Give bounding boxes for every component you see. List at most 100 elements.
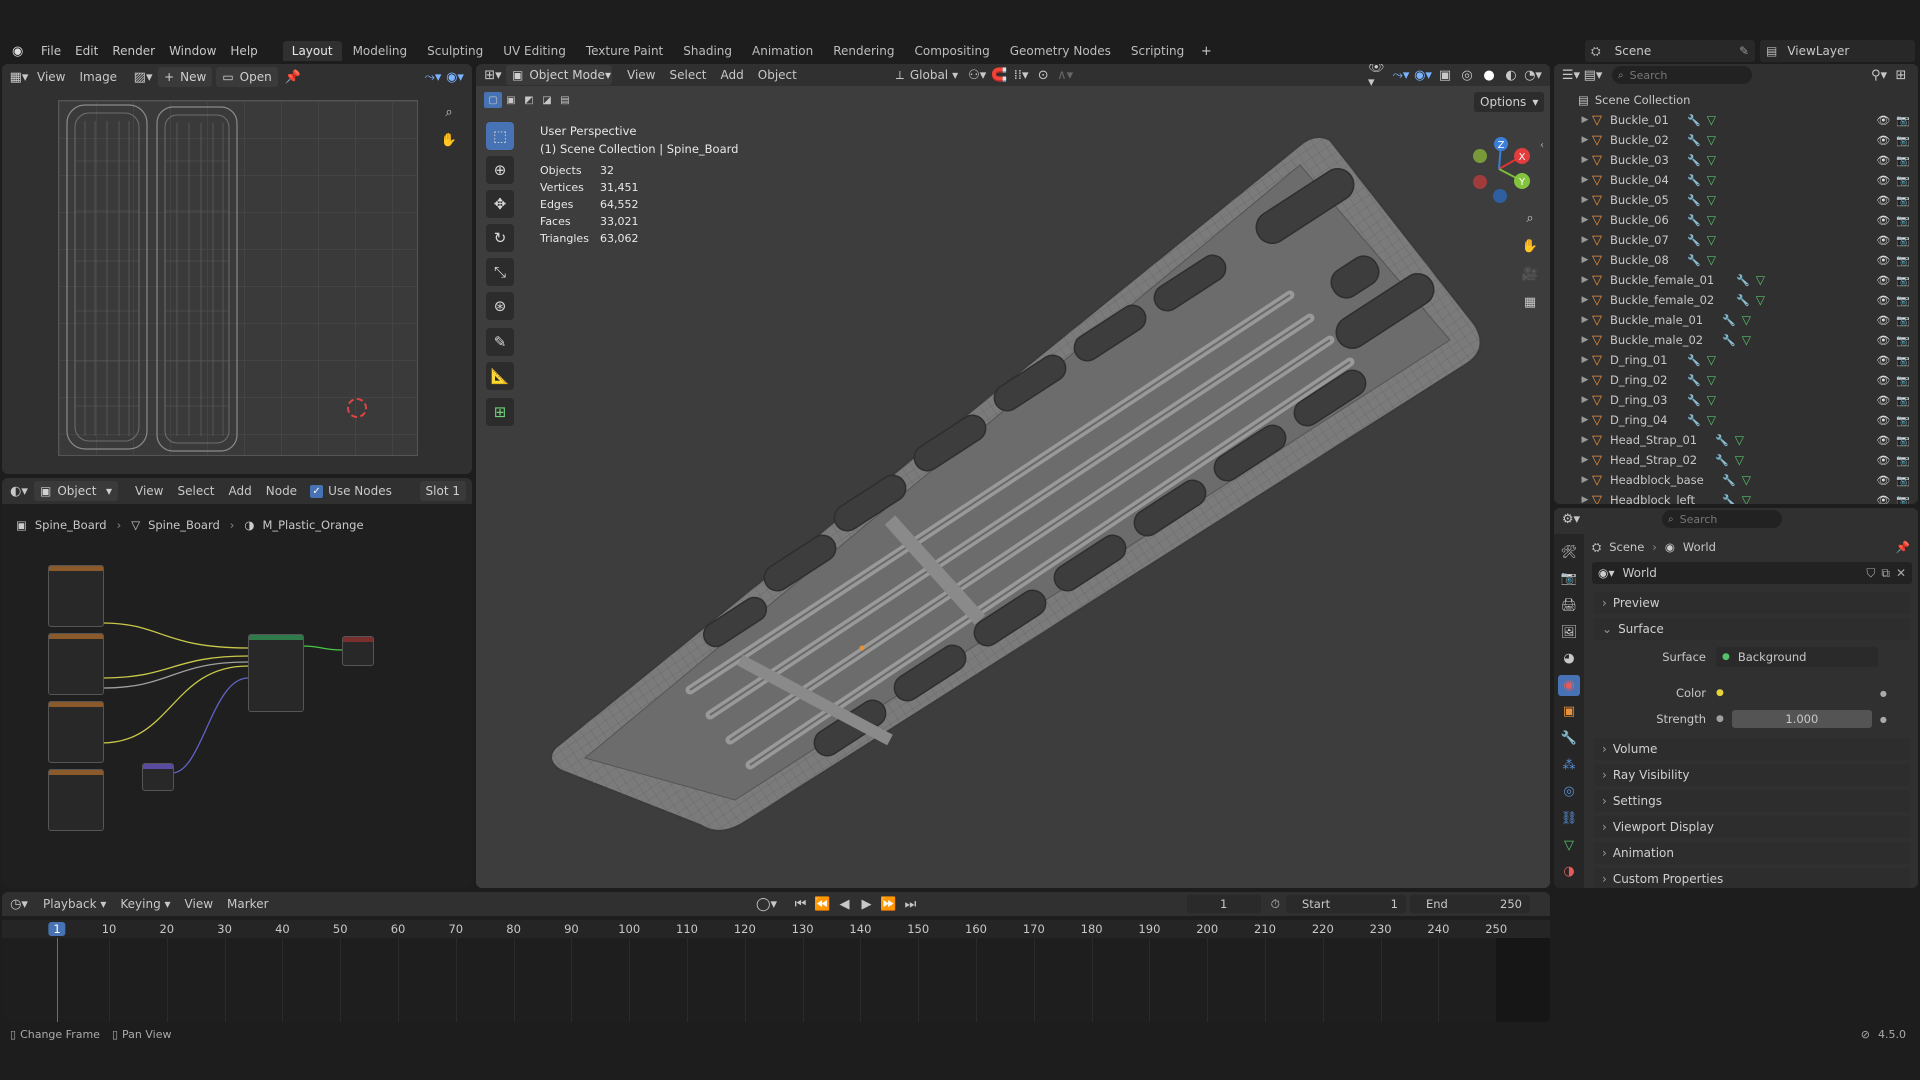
image-browse-icon[interactable]: ▨▾ (132, 67, 154, 87)
object-dropdown[interactable]: ▣ Object ▾ (34, 481, 118, 501)
outliner-item[interactable]: ▶ ▽ Buckle_05 🔧 ▽ 👁 📷 (1554, 190, 1918, 210)
clock-icon[interactable]: ⏱ (1271, 897, 1280, 912)
render-camera-icon[interactable]: 📷 (1896, 494, 1910, 505)
mesh-data-icon[interactable]: ▽ (1742, 313, 1751, 327)
physics-tab-icon[interactable]: ◎ (1558, 781, 1580, 802)
modifier-wrench-icon[interactable]: 🔧 (1687, 354, 1701, 367)
outliner-item-name[interactable]: Buckle_female_01 (1610, 273, 1732, 287)
render-camera-icon[interactable]: 📷 (1896, 434, 1910, 447)
expand-chevron-icon[interactable]: ▶ (1578, 455, 1592, 465)
jump-keyframe-forward-icon[interactable]: ⏩ (878, 894, 900, 914)
expand-chevron-icon[interactable]: ▶ (1578, 395, 1592, 405)
volume-panel-header[interactable]: › Volume (1594, 738, 1910, 760)
tab-shading[interactable]: Shading (674, 41, 741, 61)
play-reverse-icon[interactable]: ◀ (834, 894, 856, 914)
render-camera-icon[interactable]: 📷 (1896, 454, 1910, 467)
blender-logo-icon[interactable]: ◉ (12, 44, 28, 59)
tab-scripting[interactable]: Scripting (1122, 41, 1193, 61)
timeline-menu-playback[interactable]: Playback ▾ (36, 897, 113, 911)
outliner-item-name[interactable]: Buckle_07 (1610, 233, 1683, 247)
mesh-data-icon[interactable]: ▽ (1707, 353, 1716, 367)
scene-collection-row[interactable]: ▤ Scene Collection (1554, 90, 1918, 110)
visibility-eye-icon[interactable]: 👁 (1876, 314, 1890, 327)
pin-icon[interactable]: 📌 (1896, 540, 1910, 554)
visibility-eye-icon[interactable]: 👁 (1876, 434, 1890, 447)
visibility-eye-icon[interactable]: 👁 (1876, 474, 1890, 487)
tab-texture-paint[interactable]: Texture Paint (577, 41, 672, 61)
outliner-item[interactable]: ▶ ▽ Buckle_04 🔧 ▽ 👁 📷 (1554, 170, 1918, 190)
mesh-data-icon[interactable]: ▽ (1742, 333, 1751, 347)
expand-chevron-icon[interactable]: ▶ (1578, 335, 1592, 345)
node-editor-type-icon[interactable]: ◐▾ (8, 481, 30, 501)
visibility-eye-icon[interactable]: 👁 (1876, 394, 1890, 407)
outliner-item[interactable]: ▶ ▽ Head_Strap_01 🔧 ▽ 👁 📷 (1554, 430, 1918, 450)
outliner-item[interactable]: ▶ ▽ Buckle_07 🔧 ▽ 👁 📷 (1554, 230, 1918, 250)
outliner-search-field[interactable]: ⌕ Search (1612, 66, 1752, 84)
render-camera-icon[interactable]: 📷 (1896, 334, 1910, 347)
outliner-item-name[interactable]: Buckle_05 (1610, 193, 1683, 207)
camera-icon[interactable]: 🎥 (1519, 264, 1541, 284)
node-canvas[interactable] (2, 538, 472, 888)
auto-keying-icon[interactable]: ◯▾ (756, 894, 778, 914)
mesh-data-icon[interactable]: ▽ (1735, 453, 1744, 467)
expand-chevron-icon[interactable]: ▶ (1578, 215, 1592, 225)
render-camera-icon[interactable]: 📷 (1896, 354, 1910, 367)
expand-chevron-icon[interactable]: ▶ (1578, 315, 1592, 325)
modifier-wrench-icon[interactable]: 🔧 (1687, 374, 1701, 387)
data-tab-icon[interactable]: ▽ (1558, 835, 1580, 856)
tab-layout[interactable]: Layout (282, 41, 342, 61)
outliner-item[interactable]: ▶ ▽ Buckle_06 🔧 ▽ 👁 📷 (1554, 210, 1918, 230)
playhead[interactable] (57, 938, 58, 1022)
tab-animation[interactable]: Animation (743, 41, 822, 61)
world-browse-icon[interactable]: ◉▾ (1598, 566, 1615, 580)
scene-tab-icon[interactable]: ◕ (1558, 648, 1580, 669)
render-camera-icon[interactable]: 📷 (1896, 174, 1910, 187)
mesh-data-icon[interactable]: ▽ (1707, 113, 1716, 127)
timeline-menu-view[interactable]: View (178, 897, 220, 911)
mesh-data-icon[interactable]: ▽ (1707, 133, 1716, 147)
render-camera-icon[interactable]: 📷 (1896, 114, 1910, 127)
visibility-eye-icon[interactable]: 👁 (1876, 254, 1890, 267)
mesh-data-icon[interactable]: ▽ (1735, 433, 1744, 447)
custom-properties-panel-header[interactable]: › Custom Properties (1594, 868, 1910, 888)
world-tab-icon[interactable]: ◉ (1558, 675, 1580, 696)
expand-chevron-icon[interactable]: ▶ (1578, 415, 1592, 425)
outliner-item-name[interactable]: D_ring_03 (1610, 393, 1683, 407)
outliner-item[interactable]: ▶ ▽ D_ring_04 🔧 ▽ 👁 📷 (1554, 410, 1918, 430)
outliner-item-name[interactable]: Buckle_08 (1610, 253, 1683, 267)
outliner-item-name[interactable]: Headblock_left (1610, 493, 1718, 504)
zoom-icon[interactable]: ⌕ (438, 102, 460, 122)
outliner-item[interactable]: ▶ ▽ Buckle_female_02 🔧 ▽ 👁 📷 (1554, 290, 1918, 310)
expand-chevron-icon[interactable]: ▶ (1578, 155, 1592, 165)
modifier-tab-icon[interactable]: 🔧 (1558, 728, 1580, 749)
outliner-item-name[interactable]: Buckle_male_01 (1610, 313, 1718, 327)
modifier-wrench-icon[interactable]: 🔧 (1722, 474, 1736, 487)
menu-window[interactable]: Window (162, 44, 223, 58)
render-camera-icon[interactable]: 📷 (1896, 154, 1910, 167)
visibility-eye-icon[interactable]: 👁 (1876, 494, 1890, 505)
outliner-item[interactable]: ▶ ▽ Buckle_08 🔧 ▽ 👁 📷 (1554, 250, 1918, 270)
expand-chevron-icon[interactable]: ▶ (1578, 355, 1592, 365)
modifier-wrench-icon[interactable]: 🔧 (1687, 134, 1701, 147)
material-tab-icon[interactable]: ◑ (1558, 861, 1580, 882)
scene-selector[interactable]: ⛭ Scene ✎ (1585, 40, 1755, 62)
viewport-display-panel-header[interactable]: › Viewport Display (1594, 816, 1910, 838)
fake-user-icon[interactable]: ⛉ (1866, 566, 1875, 581)
keyframe-dot-icon[interactable]: ● (1880, 715, 1887, 724)
tab-sculpting[interactable]: Sculpting (418, 41, 492, 61)
mesh-data-icon[interactable]: ▽ (1756, 293, 1765, 307)
visibility-eye-icon[interactable]: 👁 (1876, 274, 1890, 287)
outliner-item-name[interactable]: Buckle_06 (1610, 213, 1683, 227)
texture-node-metallic[interactable] (48, 701, 104, 763)
outliner-item[interactable]: ▶ ▽ D_ring_01 🔧 ▽ 👁 📷 (1554, 350, 1918, 370)
surface-panel-header[interactable]: ⌄ Surface (1594, 618, 1910, 640)
expand-chevron-icon[interactable]: ▶ (1578, 495, 1592, 504)
jump-end-icon[interactable]: ⏭ (900, 894, 922, 914)
tab-rendering[interactable]: Rendering (824, 41, 903, 61)
outliner-item-name[interactable]: Buckle_03 (1610, 153, 1683, 167)
menu-file[interactable]: File (34, 44, 68, 58)
modifier-wrench-icon[interactable]: 🔧 (1687, 234, 1701, 247)
render-camera-icon[interactable]: 📷 (1896, 274, 1910, 287)
menu-help[interactable]: Help (223, 44, 264, 58)
world-selector[interactable]: ◉▾ World ⛉ ⧉ ✕ (1592, 562, 1912, 584)
